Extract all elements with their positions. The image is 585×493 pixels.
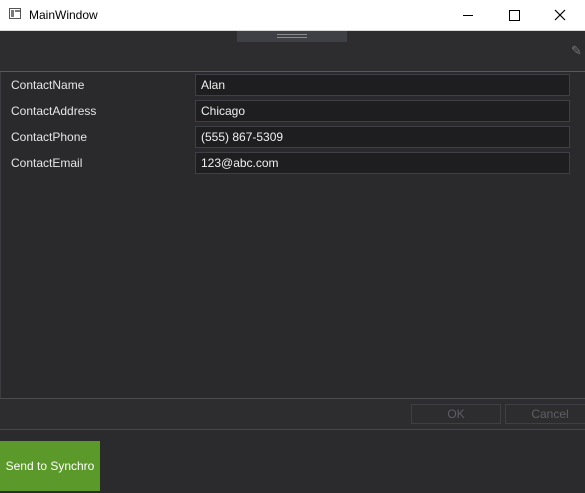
pencil-icon[interactable]: ✎ <box>571 44 583 58</box>
contact-address-field[interactable] <box>195 100 570 122</box>
ok-button[interactable]: OK <box>411 404 501 424</box>
form-row-contact-phone: ContactPhone <box>1 125 585 149</box>
drag-grip-icon <box>277 34 307 35</box>
contact-phone-field[interactable] <box>195 126 570 148</box>
window-title: MainWindow <box>29 8 98 22</box>
contact-phone-label: ContactPhone <box>11 130 88 144</box>
minimize-button[interactable] <box>445 0 491 30</box>
maximize-button[interactable] <box>491 0 537 30</box>
drag-grip-icon <box>277 37 307 38</box>
form-row-contact-name: ContactName <box>1 73 585 97</box>
contact-email-label: ContactEmail <box>11 156 83 170</box>
contact-name-label: ContactName <box>11 78 85 92</box>
close-button[interactable] <box>537 0 583 30</box>
maximize-icon <box>508 9 520 21</box>
title-bar: MainWindow <box>0 0 585 31</box>
drag-grip[interactable] <box>237 31 347 42</box>
app-icon <box>9 8 21 19</box>
contact-name-field[interactable] <box>195 74 570 96</box>
contact-address-label: ContactAddress <box>11 104 97 118</box>
form-row-contact-address: ContactAddress <box>1 99 585 123</box>
cancel-button[interactable]: Cancel <box>505 404 585 424</box>
contact-email-field[interactable] <box>195 152 570 174</box>
form-row-contact-email: ContactEmail <box>1 151 585 175</box>
minimize-icon <box>463 14 473 16</box>
send-to-synchro-button[interactable]: Send to Synchro <box>0 441 100 491</box>
dialog-button-bar: OK Cancel <box>0 399 585 429</box>
contact-form: ContactName ContactAddress ContactPhone … <box>0 72 585 398</box>
close-icon <box>554 9 566 21</box>
